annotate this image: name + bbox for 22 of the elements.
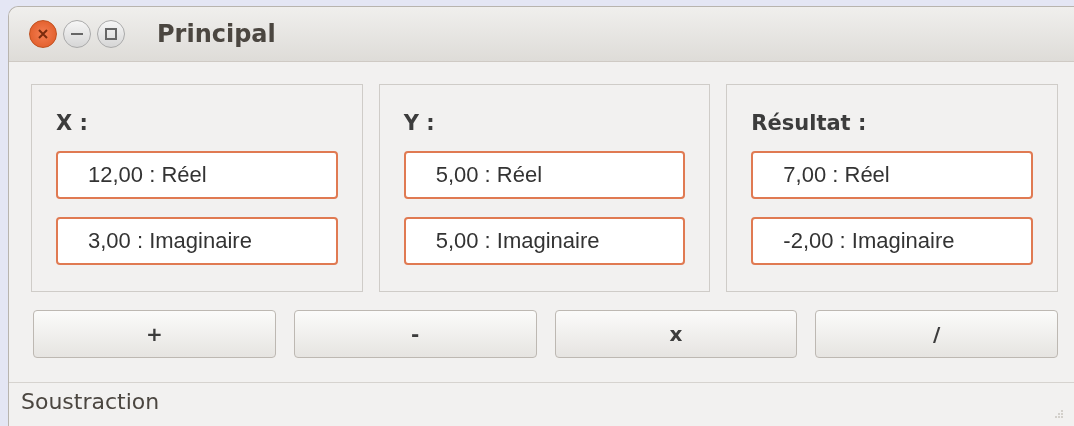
input-field[interactable]: 5,00 : Réel	[403, 151, 686, 199]
maximize-button[interactable]	[97, 20, 125, 48]
input-field[interactable]: 5,00 : Imaginaire	[403, 217, 686, 265]
close-button[interactable]	[29, 20, 57, 48]
input-field[interactable]: 7,00 : Réel	[751, 151, 1033, 199]
close-icon	[37, 28, 49, 40]
panel-label: X :	[56, 110, 89, 137]
maximize-icon	[105, 28, 117, 40]
input-field[interactable]: -2,00 : Imaginaire	[751, 217, 1033, 265]
input-field[interactable]: 12,00 : Réel	[56, 151, 338, 199]
panel-label: Résultat :	[751, 110, 868, 137]
operator-button[interactable]: x	[554, 310, 798, 358]
minimize-button[interactable]	[63, 20, 91, 48]
resize-grip-icon[interactable]	[1054, 409, 1064, 419]
input-field[interactable]: 3,00 : Imaginaire	[56, 217, 338, 265]
operator-button[interactable]: -	[293, 310, 537, 358]
panel-label: Y :	[403, 110, 436, 137]
status-text: Soustraction	[21, 389, 160, 414]
minimize-icon	[71, 33, 83, 35]
window-title: Principal	[157, 20, 276, 48]
operator-button[interactable]: +	[33, 310, 276, 358]
operator-button[interactable]: /	[815, 310, 1058, 358]
